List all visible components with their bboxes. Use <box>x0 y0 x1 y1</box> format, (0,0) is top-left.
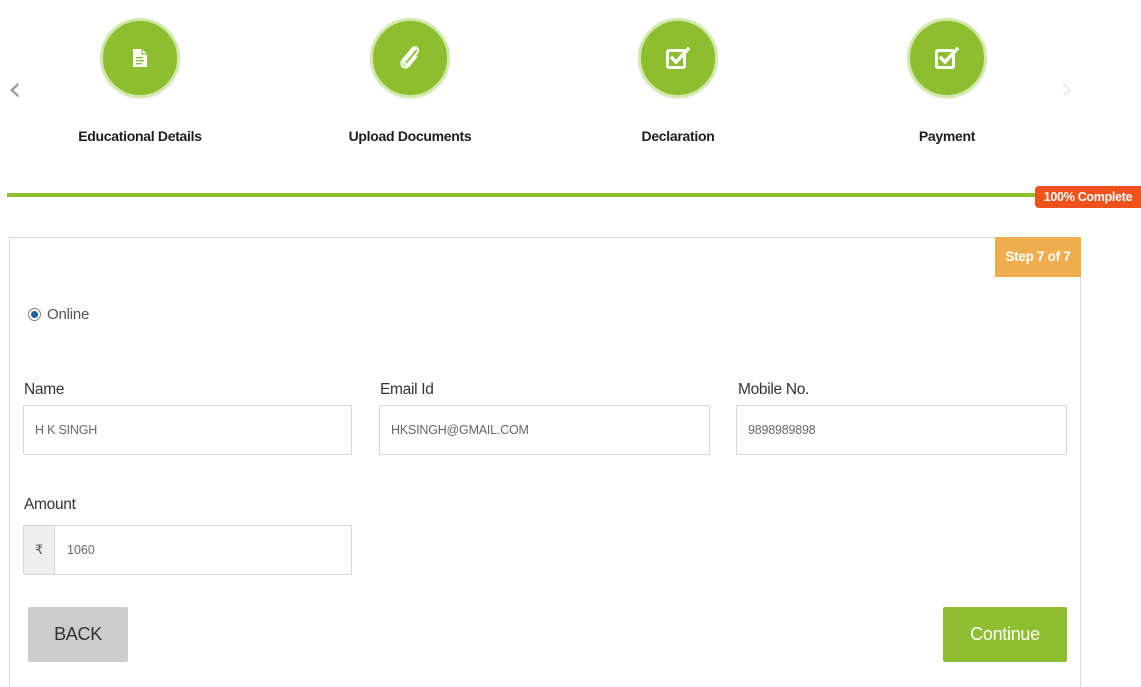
rupee-icon: ₹ <box>24 526 55 574</box>
payment-mode-online-radio[interactable]: Online <box>28 306 89 323</box>
step-upload-documents[interactable]: Upload Documents <box>310 18 510 144</box>
step-label: Educational Details <box>78 128 202 144</box>
payment-panel: Step 7 of 7 Online Name Email Id Mobile … <box>9 237 1081 687</box>
email-label: Email Id <box>380 381 434 398</box>
step-counter-badge: Step 7 of 7 <box>995 237 1081 277</box>
step-declaration[interactable]: Declaration <box>578 18 778 144</box>
step-educational-details[interactable]: Educational Details <box>40 18 240 144</box>
step-circle <box>100 18 180 98</box>
amount-input[interactable] <box>55 526 351 574</box>
progress-bar-fill <box>7 193 1141 197</box>
carousel-next-arrow[interactable]: › <box>1060 72 1074 106</box>
progress-bar <box>7 193 1141 197</box>
name-label: Name <box>24 381 65 398</box>
step-label: Declaration <box>641 128 715 144</box>
carousel-prev-arrow[interactable]: ‹ <box>8 72 22 106</box>
radio-button-icon[interactable] <box>28 308 41 321</box>
paperclip-icon <box>397 43 423 73</box>
name-input[interactable] <box>23 405 352 455</box>
email-input[interactable] <box>379 405 710 455</box>
step-label: Payment <box>918 128 976 144</box>
mobile-input[interactable] <box>736 405 1067 455</box>
back-button[interactable]: BACK <box>28 607 128 662</box>
amount-label: Amount <box>24 496 76 513</box>
step-payment[interactable]: Payment <box>847 18 1047 144</box>
checkbox-icon <box>665 45 691 71</box>
document-icon <box>131 48 149 68</box>
checkbox-icon <box>934 45 960 71</box>
step-circle <box>370 18 450 98</box>
amount-input-group: ₹ <box>23 525 352 575</box>
payment-mode-label: Online <box>47 306 90 323</box>
step-circle <box>638 18 718 98</box>
mobile-label: Mobile No. <box>738 381 810 398</box>
progress-badge: 100% Complete <box>1035 186 1141 208</box>
step-circle <box>907 18 987 98</box>
step-label: Upload Documents <box>348 128 472 144</box>
continue-button[interactable]: Continue <box>943 607 1067 662</box>
